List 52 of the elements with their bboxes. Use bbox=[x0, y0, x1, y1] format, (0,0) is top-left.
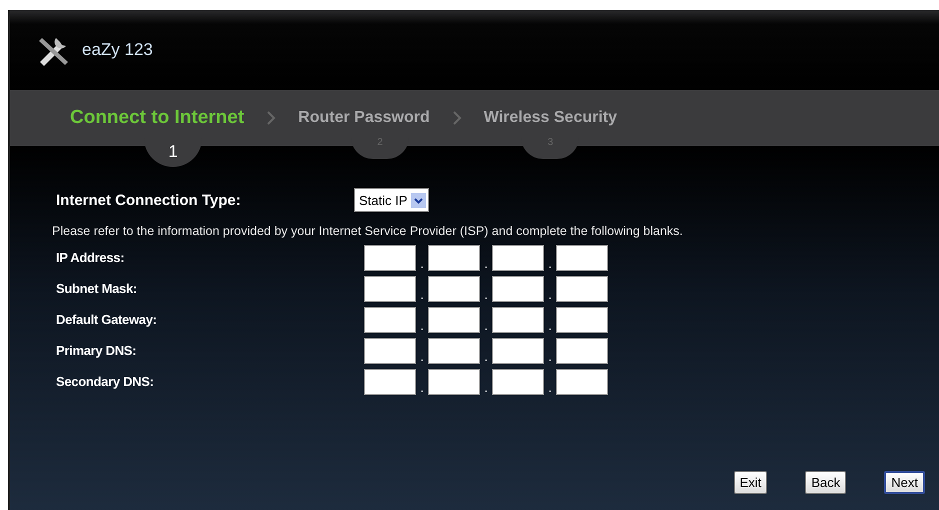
separator-dot: . bbox=[419, 380, 425, 397]
wizard-button[interactable]: Back bbox=[805, 471, 846, 494]
wizard-button[interactable]: Exit bbox=[734, 471, 768, 494]
octet-field[interactable] bbox=[364, 276, 416, 302]
separator-dot: . bbox=[483, 349, 489, 366]
octet-field[interactable] bbox=[556, 338, 608, 364]
octet-field[interactable] bbox=[556, 306, 608, 332]
chevron-icon bbox=[266, 110, 276, 126]
octet-field[interactable] bbox=[492, 244, 544, 270]
octet-field[interactable] bbox=[428, 306, 480, 332]
separator-dot: . bbox=[483, 380, 489, 397]
octet-field[interactable] bbox=[428, 276, 480, 302]
octet-field[interactable] bbox=[556, 276, 608, 302]
octet-field[interactable] bbox=[492, 276, 544, 302]
instructions-text: Please refer to the information provided by your Internet Service Provider (ISP) and complete the following blanks. bbox=[52, 224, 684, 238]
field-label: Subnet Mask: bbox=[56, 281, 138, 296]
separator-dot: . bbox=[547, 256, 553, 273]
app-title: eaZy 123 bbox=[82, 40, 153, 60]
octet-field[interactable] bbox=[364, 244, 416, 270]
connection-type-select[interactable]: Static IP bbox=[354, 188, 430, 212]
wizard-step[interactable]: Router Password bbox=[298, 109, 430, 127]
separator-dot: . bbox=[419, 349, 425, 366]
separator-dot: . bbox=[419, 318, 425, 335]
wizard-step[interactable]: Connect to Internet bbox=[70, 107, 244, 129]
octet-field[interactable] bbox=[428, 368, 480, 394]
octet-field[interactable] bbox=[364, 368, 416, 394]
field-label: Default Gateway: bbox=[56, 312, 158, 327]
octet-field[interactable] bbox=[364, 306, 416, 332]
chevron-icon bbox=[452, 110, 462, 126]
field-label: Internet Connection Type: bbox=[56, 192, 242, 208]
wizard-step[interactable]: Wireless Security bbox=[484, 109, 618, 127]
separator-dot: . bbox=[419, 287, 425, 304]
field-label: Secondary DNS: bbox=[56, 374, 155, 389]
octet-field[interactable] bbox=[492, 368, 544, 394]
octet-field[interactable] bbox=[428, 244, 480, 270]
separator-dot: . bbox=[483, 318, 489, 335]
octet-field[interactable] bbox=[428, 338, 480, 364]
separator-dot: . bbox=[547, 349, 553, 366]
separator-dot: . bbox=[547, 380, 553, 397]
field-label: IP Address: bbox=[56, 250, 126, 265]
separator-dot: . bbox=[547, 318, 553, 335]
separator-dot: . bbox=[483, 287, 489, 304]
field-label: Primary DNS: bbox=[56, 343, 138, 358]
octet-field[interactable] bbox=[556, 368, 608, 394]
separator-dot: . bbox=[547, 287, 553, 304]
octet-field[interactable] bbox=[492, 306, 544, 332]
octet-field[interactable] bbox=[492, 338, 544, 364]
octet-field[interactable] bbox=[364, 338, 416, 364]
octet-field[interactable] bbox=[556, 244, 608, 270]
separator-dot: . bbox=[483, 256, 489, 273]
separator-dot: . bbox=[419, 256, 425, 273]
default-button[interactable]: Next bbox=[884, 471, 925, 494]
